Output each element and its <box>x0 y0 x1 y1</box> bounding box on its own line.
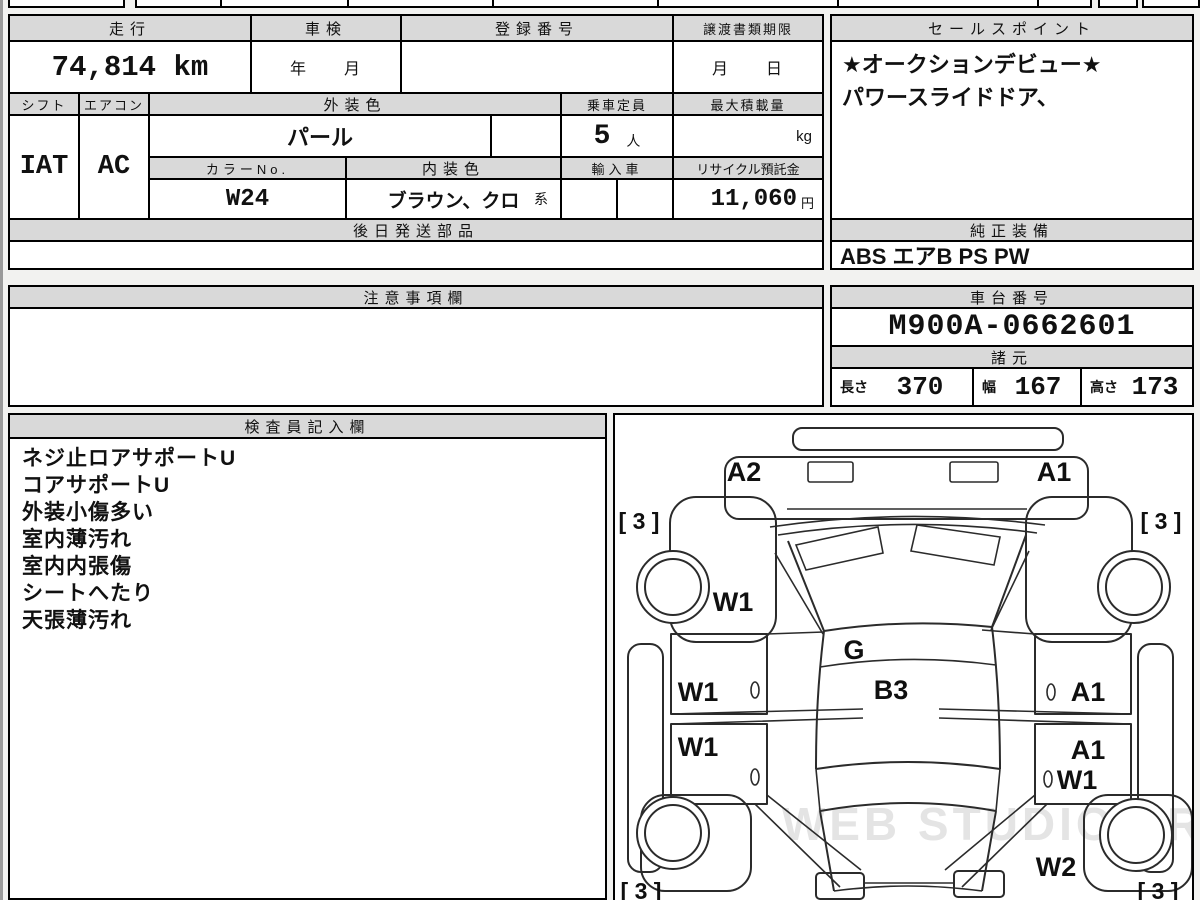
damage-label-right-rear-lower: W1 <box>1057 765 1098 795</box>
interior-color-text: ブラウン、クロ <box>387 190 520 212</box>
sales-point-body: ★オークションデビュー★ パワースライドドア、 <box>830 40 1194 220</box>
transfer-deadline-header: 譲渡書類期限 <box>672 14 824 42</box>
inspector-note: シートへたり <box>22 582 154 605</box>
damage-label-front-left-tire: [ 3 ] <box>619 508 660 534</box>
exterior-color-sub-cell <box>490 114 562 158</box>
shift-header: シフト <box>8 92 80 116</box>
dimensions-header: 諸元 <box>830 345 1194 369</box>
damage-label-roof: B3 <box>874 675 909 705</box>
damage-diagram: WEB STUDIO.PRO <box>613 413 1194 900</box>
equipment-value: ABS エアB PS PW <box>830 240 1194 270</box>
damage-label-right-rear-fender: W2 <box>1036 852 1077 882</box>
import-car-cell-b <box>616 178 674 220</box>
dimension-length-label: 長さ <box>840 379 868 395</box>
recycle-deposit-number: 11,060 <box>710 185 797 213</box>
sales-point-header: セールスポイント <box>830 14 1194 42</box>
damage-label-left-front-door: W1 <box>678 677 719 707</box>
chassis-header: 車台番号 <box>830 285 1194 309</box>
interior-color-header: 内装色 <box>345 156 562 180</box>
max-load-unit: kg <box>796 127 812 145</box>
max-load-value: kg <box>672 114 824 158</box>
import-car-cell-a <box>560 178 618 220</box>
inspector-note: ネジ止ロアサポートU <box>22 447 237 470</box>
color-no-value: W24 <box>148 178 347 220</box>
inspection-value: 年 月 <box>250 40 402 94</box>
registration-value <box>400 40 674 94</box>
recycle-deposit-unit: 円 <box>800 195 814 211</box>
later-parts-value <box>8 240 824 270</box>
inspector-note: 天張薄汚れ <box>22 609 132 632</box>
shift-value: IAT <box>8 114 80 220</box>
dimension-length-value: 370 <box>896 372 944 402</box>
inspector-note: 外装小傷多い <box>22 501 154 524</box>
later-parts-header: 後日発送部品 <box>8 218 824 242</box>
capacity-header: 乗車定員 <box>560 92 674 116</box>
dimension-height-label: 高さ <box>1090 379 1118 395</box>
cutoff-row-cell <box>8 0 125 8</box>
sales-point-line: パワースライドドア、 <box>842 85 1059 110</box>
damage-label-left-rear-door: W1 <box>678 732 719 762</box>
caution-body <box>8 307 824 407</box>
chassis-value: M900A-0662601 <box>830 307 1194 347</box>
dimension-height-value: 173 <box>1131 372 1179 402</box>
cutoff-row-cell <box>1142 0 1200 8</box>
transfer-deadline-value: 月 日 <box>672 40 824 94</box>
aircon-header: エアコン <box>78 92 150 116</box>
cutoff-row-table <box>135 0 1092 8</box>
mileage-value: 74,814 km <box>8 40 252 94</box>
damage-label-front-bumper-right: A1 <box>1037 457 1072 487</box>
dimension-height: 高さ 173 <box>1080 367 1194 407</box>
cutoff-row-cell <box>1098 0 1138 8</box>
inspector-note: コアサポートU <box>22 474 171 497</box>
capacity-value: 5 人 <box>560 114 674 158</box>
damage-label-front-right-tire: [ 3 ] <box>1141 508 1182 534</box>
aircon-value: AC <box>78 114 150 220</box>
inspector-note: 室内薄汚れ <box>22 528 132 551</box>
car-top-view: WEB STUDIO.PRO <box>619 427 1192 900</box>
damage-label-windshield: G <box>843 635 864 665</box>
dimension-width-value: 167 <box>1014 372 1062 402</box>
color-no-header: カラーNo. <box>148 156 347 180</box>
inspector-header: 検査員記入欄 <box>8 413 607 439</box>
dimension-width: 幅 167 <box>972 367 1082 407</box>
capacity-number: 5 <box>593 120 611 152</box>
exterior-color-value: パール <box>148 114 492 158</box>
inspector-body: ネジ止ロアサポートU コアサポートU 外装小傷多い 室内薄汚れ 室内内張傷 シー… <box>8 437 607 900</box>
recycle-deposit-value: 11,060 円 <box>672 178 824 220</box>
dimension-length: 長さ 370 <box>830 367 974 407</box>
exterior-color-header: 外装色 <box>148 92 562 116</box>
damage-label-front-left-fender: W1 <box>713 587 754 617</box>
damage-label-right-front-door: A1 <box>1071 677 1106 707</box>
damage-label-rear-right-tire: [ 3 ] <box>1138 878 1179 900</box>
damage-label-right-rear-door: A1 <box>1071 735 1106 765</box>
interior-color-value: ブラウン、クロ 系 <box>345 178 562 220</box>
caution-header: 注意事項欄 <box>8 285 824 309</box>
max-load-header: 最大積載量 <box>672 92 824 116</box>
inspector-note: 室内内張傷 <box>22 555 132 578</box>
inspection-header: 車検 <box>250 14 402 42</box>
mileage-header: 走行 <box>8 14 252 42</box>
recycle-deposit-header: リサイクル預託金 <box>672 156 824 180</box>
auction-sheet: 走行 車検 登録番号 譲渡書類期限 74,814 km 年 月 月 日 シフト … <box>0 0 1200 900</box>
capacity-unit: 人 <box>626 133 641 149</box>
dimension-width-label: 幅 <box>982 379 996 395</box>
damage-label-front-bumper-left: A2 <box>727 457 762 487</box>
sales-point-line: ★オークションデビュー★ <box>842 52 1102 77</box>
registration-header: 登録番号 <box>400 14 674 42</box>
damage-label-rear-left-tire: [ 3 ] <box>621 878 662 900</box>
interior-color-suffix: 系 <box>534 191 548 207</box>
import-car-header: 輸入車 <box>560 156 674 180</box>
